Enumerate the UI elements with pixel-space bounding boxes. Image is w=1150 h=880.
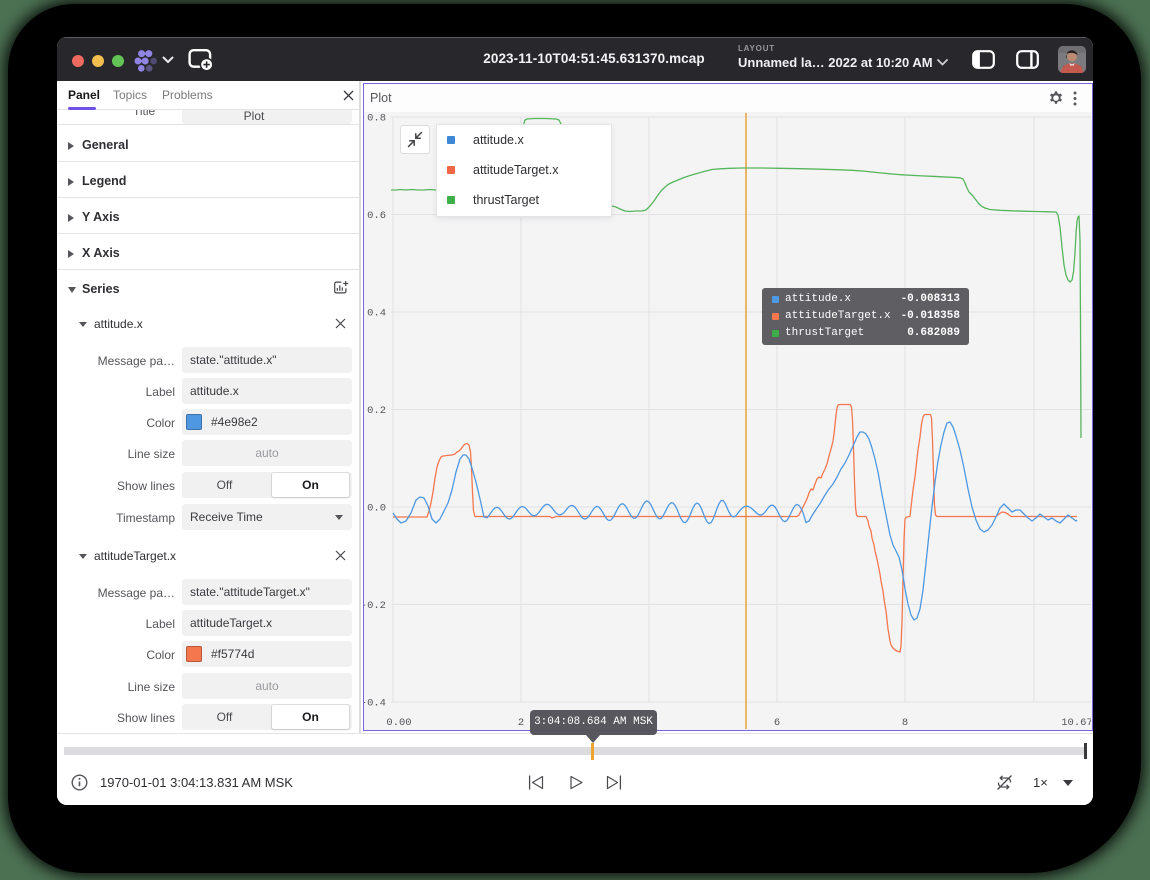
svg-text:0.8: 0.8	[367, 113, 386, 125]
svg-text:6: 6	[774, 717, 780, 729]
svg-text:0.00: 0.00	[386, 717, 411, 729]
svg-text:-0.4: -0.4	[364, 698, 386, 710]
svg-text:0.0: 0.0	[367, 503, 386, 515]
svg-text:-0.2: -0.2	[364, 600, 386, 612]
svg-text:10.67: 10.67	[1061, 717, 1091, 729]
svg-text:0.4: 0.4	[367, 308, 386, 320]
svg-text:2: 2	[518, 717, 524, 729]
svg-text:8: 8	[902, 717, 908, 729]
svg-text:0.6: 0.6	[367, 210, 386, 222]
svg-text:0.2: 0.2	[367, 405, 386, 417]
